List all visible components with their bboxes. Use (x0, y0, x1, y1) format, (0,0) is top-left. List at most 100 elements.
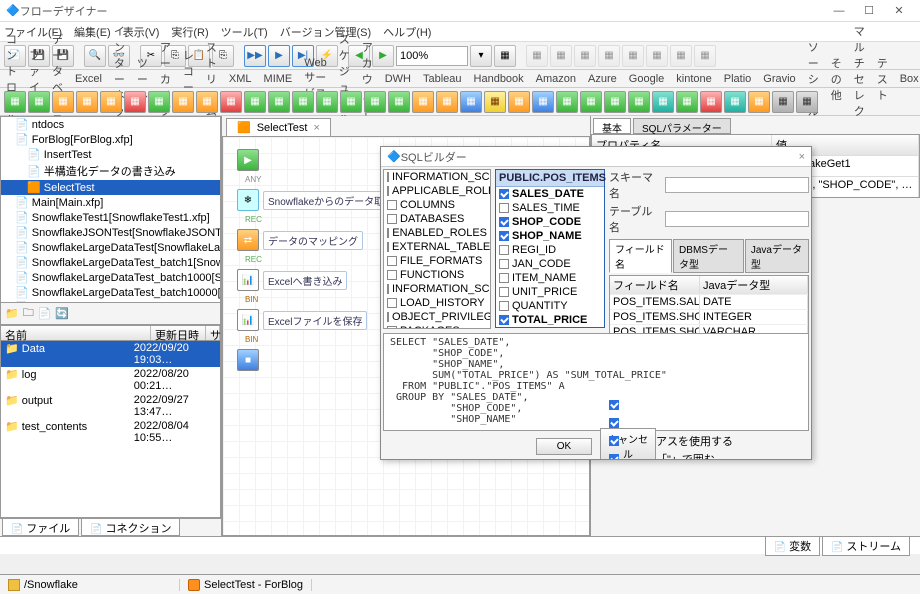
component-icon[interactable]: ▦ (796, 91, 818, 113)
snowflake-node[interactable]: ❄ (237, 189, 259, 211)
schema-item[interactable]: OBJECT_PRIVILEGES (384, 310, 490, 324)
menu-item[interactable]: ツール(T) (221, 24, 268, 40)
component-icon[interactable]: ▦ (676, 91, 698, 113)
menu-item[interactable]: ヘルプ(H) (383, 24, 431, 40)
tab-close-icon[interactable]: × (313, 122, 319, 134)
tree-row[interactable]: 📄 SnowflakeTest1[SnowflakeTest1.xfp] (1, 210, 220, 225)
close-button[interactable]: ✕ (884, 4, 914, 17)
refresh-icon[interactable]: 🔄 (55, 307, 69, 320)
component-icon[interactable]: ▦ (532, 91, 554, 113)
component-icon[interactable]: ▦ (220, 91, 242, 113)
gray8-icon[interactable]: ▦ (694, 45, 716, 67)
tree-row[interactable]: 📄 Main[Main.xfp] (1, 195, 220, 210)
column-row[interactable]: SALES_DATE (496, 187, 604, 201)
component-icon[interactable]: ▦ (484, 91, 506, 113)
field-tab[interactable]: DBMSデータ型 (673, 239, 744, 273)
excel-save-node[interactable]: 📊 (237, 309, 259, 331)
component-icon[interactable]: ▦ (436, 91, 458, 113)
column-row[interactable]: TOTAL_PRICE (496, 313, 604, 327)
tree-row[interactable]: 📄 SnowflakeLargeDataTest_batch1[Snowflak… (1, 255, 220, 270)
table-columns-box[interactable]: PUBLIC.POS_ITEMS SALES_DATESALES_TIMESHO… (495, 169, 605, 328)
component-icon[interactable]: ▦ (508, 91, 530, 113)
category-item[interactable]: Tableau (423, 73, 462, 85)
menu-item[interactable]: 表示(V) (123, 24, 160, 40)
component-icon[interactable]: ▦ (412, 91, 434, 113)
list-item[interactable]: 📁 output2022/09/27 13:47… (1, 393, 220, 419)
gray1-icon[interactable]: ▦ (526, 45, 548, 67)
column-row[interactable]: REGI_ID (496, 243, 604, 257)
component-icon[interactable]: ▦ (772, 91, 794, 113)
column-row[interactable]: SHOP_NAME (496, 229, 604, 243)
run-icon[interactable]: ▶▶ (244, 45, 266, 67)
column-row[interactable]: QUANTITY (496, 299, 604, 313)
list-item[interactable]: 📁 Data2022/09/20 19:03… (1, 341, 220, 367)
start-node[interactable]: ▶ (237, 149, 259, 171)
list-item[interactable]: 📁 log2022/08/20 00:21… (1, 367, 220, 393)
component-icon[interactable]: ▦ (460, 91, 482, 113)
schema-name-input[interactable] (665, 177, 809, 193)
tree-row[interactable]: 📄 SnowflakeLargeDataTest[SnowflakeLargeD… (1, 240, 220, 255)
category-item[interactable]: Azure (588, 73, 617, 85)
column-row[interactable]: ITEM_NAME (496, 271, 604, 285)
schema-item[interactable]: COLUMNS (384, 198, 490, 212)
schema-item[interactable]: FILE_FORMATS (384, 254, 490, 268)
component-icon[interactable]: ▦ (268, 91, 290, 113)
table-name-input[interactable] (665, 211, 809, 227)
component-icon[interactable]: ▦ (196, 91, 218, 113)
category-item[interactable]: Gravio (763, 73, 795, 85)
component-icon[interactable]: ▦ (604, 91, 626, 113)
tree-row[interactable]: 📄 ntdocs (1, 117, 220, 132)
field-tab[interactable]: Javaデータ型 (745, 239, 809, 273)
category-item[interactable]: DWH (385, 73, 411, 85)
category-item[interactable]: テスト (877, 55, 888, 103)
tree-row[interactable]: 📄 SnowflakeLargeDataTest_batch1000[Snowf… (1, 270, 220, 285)
end-node[interactable]: ■ (237, 349, 259, 371)
category-item[interactable]: Handbook (474, 73, 524, 85)
mapping-node[interactable]: ⇄ (237, 229, 259, 251)
gray7-icon[interactable]: ▦ (670, 45, 692, 67)
tree-row[interactable]: 📄 SnowflakeLargeDataTest_batch10000[Snow… (1, 285, 220, 300)
schema-item[interactable]: LOAD_HISTORY (384, 296, 490, 310)
maximize-button[interactable]: ☐ (854, 4, 884, 17)
tree-row[interactable]: 🟧 SelectTest (1, 180, 220, 195)
ok-button[interactable]: OK (536, 438, 592, 455)
field-tab[interactable]: フィールド名 (609, 239, 672, 273)
tab-stream[interactable]: 📄 ストリーム (822, 536, 910, 556)
sql-preview[interactable]: SELECT "SALES_DATE", "SHOP_CODE", "SHOP_… (383, 333, 809, 431)
category-item[interactable]: Box (900, 73, 919, 85)
component-icon[interactable]: ▦ (700, 91, 722, 113)
field-row[interactable]: POS_ITEMS.SHOP_C…INTEGER (610, 309, 808, 324)
schema-list[interactable]: INFORMATION_SCHEMAAPPLICABLE_ROLESCOLUMN… (383, 169, 491, 329)
category-item[interactable]: XML (229, 73, 252, 85)
schema-item[interactable]: ENABLED_ROLES (384, 226, 490, 240)
file-list[interactable]: 📁 Data2022/09/20 19:03…📁 log2022/08/20 0… (0, 341, 221, 518)
schema-item[interactable]: INFORMATION_SCHEMA (384, 282, 490, 296)
category-item[interactable]: MIME (264, 73, 293, 85)
tree-row[interactable]: 📄 半構造化データの書き込み (1, 162, 220, 180)
play-icon[interactable]: ▶ (268, 45, 290, 67)
component-icon[interactable]: ▦ (340, 91, 362, 113)
category-item[interactable]: Platio (724, 73, 752, 85)
fit-icon[interactable]: ▦ (494, 45, 516, 67)
tab-variables[interactable]: 📄 変数 (765, 536, 820, 556)
dialog-close-icon[interactable]: × (799, 151, 805, 163)
component-icon[interactable]: ▦ (244, 91, 266, 113)
component-icon[interactable]: ▦ (100, 91, 122, 113)
component-icon[interactable]: ▦ (52, 91, 74, 113)
component-icon[interactable]: ▦ (628, 91, 650, 113)
category-item[interactable]: kintone (676, 73, 711, 85)
category-item[interactable]: その他 (831, 55, 842, 103)
schema-item[interactable]: EXTERNAL_TABLES (384, 240, 490, 254)
gray4-icon[interactable]: ▦ (598, 45, 620, 67)
component-icon[interactable]: ▦ (724, 91, 746, 113)
component-icon[interactable]: ▦ (76, 91, 98, 113)
minimize-button[interactable]: — (824, 5, 854, 17)
component-icon[interactable]: ▦ (292, 91, 314, 113)
gray2-icon[interactable]: ▦ (550, 45, 572, 67)
tree-row[interactable]: 📄 ForBlog[ForBlog.xfp] (1, 132, 220, 147)
category-item[interactable]: Google (629, 73, 664, 85)
col-name[interactable]: 名前 (1, 326, 151, 340)
component-icon[interactable]: ▦ (124, 91, 146, 113)
component-icon[interactable]: ▦ (364, 91, 386, 113)
zoom-dropdown[interactable]: ▾ (470, 45, 492, 67)
